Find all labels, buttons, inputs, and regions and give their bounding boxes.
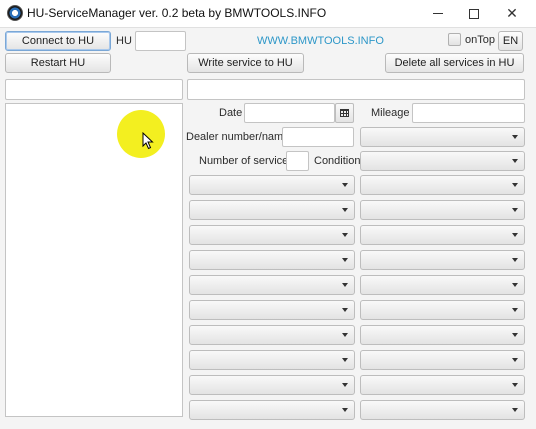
chevron-down-icon bbox=[342, 283, 348, 287]
chevron-down-icon bbox=[512, 233, 518, 237]
restart-hu-button[interactable]: Restart HU bbox=[5, 53, 111, 73]
dealer-label: Dealer number/name bbox=[186, 131, 290, 143]
condition-select[interactable] bbox=[360, 151, 525, 171]
service-select-right[interactable] bbox=[360, 400, 525, 420]
chevron-down-icon bbox=[512, 208, 518, 212]
date-label: Date bbox=[219, 107, 243, 119]
mileage-label: Mileage bbox=[371, 107, 410, 119]
service-select-left[interactable] bbox=[189, 325, 355, 345]
close-icon: ✕ bbox=[506, 5, 518, 21]
dealer-select[interactable] bbox=[360, 127, 525, 147]
date-field[interactable] bbox=[244, 103, 335, 123]
service-select-right[interactable] bbox=[360, 225, 525, 245]
chevron-down-icon bbox=[512, 383, 518, 387]
chevron-down-icon bbox=[342, 408, 348, 412]
chevron-down-icon bbox=[512, 408, 518, 412]
chevron-down-icon bbox=[512, 135, 518, 139]
service-select-left[interactable] bbox=[189, 225, 355, 245]
service-select-left[interactable] bbox=[189, 200, 355, 220]
service-select-right[interactable] bbox=[360, 175, 525, 195]
status-field-left[interactable] bbox=[5, 79, 183, 100]
chevron-down-icon bbox=[512, 358, 518, 362]
chevron-down-icon bbox=[342, 333, 348, 337]
chevron-down-icon bbox=[342, 258, 348, 262]
delete-all-services-button[interactable]: Delete all services in HU bbox=[385, 53, 524, 73]
close-button[interactable]: ✕ bbox=[494, 0, 530, 27]
service-select-left[interactable] bbox=[189, 400, 355, 420]
number-of-services-label: Number of services bbox=[199, 155, 294, 167]
service-select-left[interactable] bbox=[189, 175, 355, 195]
minimize-icon bbox=[433, 13, 443, 14]
maximize-icon bbox=[469, 8, 479, 19]
chevron-down-icon bbox=[342, 183, 348, 187]
dealer-field[interactable] bbox=[282, 127, 354, 147]
window-title: HU-ServiceManager ver. 0.2 beta by BMWTO… bbox=[27, 6, 327, 20]
maximize-button[interactable] bbox=[456, 0, 492, 27]
chevron-down-icon bbox=[342, 358, 348, 362]
chevron-down-icon bbox=[512, 333, 518, 337]
service-select-left[interactable] bbox=[189, 350, 355, 370]
service-select-right[interactable] bbox=[360, 375, 525, 395]
calendar-icon bbox=[340, 109, 349, 117]
service-select-right[interactable] bbox=[360, 325, 525, 345]
service-select-left[interactable] bbox=[189, 250, 355, 270]
bmw-logo-icon bbox=[7, 5, 23, 21]
service-select-right[interactable] bbox=[360, 300, 525, 320]
title-bar: HU-ServiceManager ver. 0.2 beta by BMWTO… bbox=[0, 0, 536, 27]
ontop-checkbox[interactable] bbox=[448, 33, 461, 46]
service-select-right[interactable] bbox=[360, 275, 525, 295]
status-field-right[interactable] bbox=[187, 79, 525, 100]
ontop-label: onTop bbox=[465, 34, 495, 46]
chevron-down-icon bbox=[342, 308, 348, 312]
hu-field[interactable] bbox=[135, 31, 186, 51]
mileage-field[interactable] bbox=[412, 103, 525, 123]
chevron-down-icon bbox=[512, 283, 518, 287]
service-select-left[interactable] bbox=[189, 275, 355, 295]
language-button[interactable]: EN bbox=[498, 31, 523, 51]
website-link[interactable]: WWW.BMWTOOLS.INFO bbox=[257, 35, 384, 47]
write-service-button[interactable]: Write service to HU bbox=[187, 53, 304, 73]
service-select-right[interactable] bbox=[360, 200, 525, 220]
service-select-left[interactable] bbox=[189, 375, 355, 395]
service-select-left[interactable] bbox=[189, 300, 355, 320]
chevron-down-icon bbox=[512, 308, 518, 312]
minimize-button[interactable] bbox=[420, 0, 456, 27]
chevron-down-icon bbox=[512, 159, 518, 163]
mouse-pointer-icon bbox=[142, 132, 154, 150]
connect-to-hu-button[interactable]: Connect to HU bbox=[5, 31, 111, 51]
hu-label: HU bbox=[116, 35, 132, 47]
chevron-down-icon bbox=[512, 258, 518, 262]
service-select-right[interactable] bbox=[360, 350, 525, 370]
number-of-services-field[interactable] bbox=[286, 151, 309, 171]
chevron-down-icon bbox=[342, 383, 348, 387]
condition-label: Condition bbox=[314, 155, 361, 167]
chevron-down-icon bbox=[342, 208, 348, 212]
chevron-down-icon bbox=[342, 233, 348, 237]
service-select-right[interactable] bbox=[360, 250, 525, 270]
cursor-highlight bbox=[117, 110, 165, 158]
chevron-down-icon bbox=[512, 183, 518, 187]
date-picker-button[interactable] bbox=[335, 103, 354, 123]
